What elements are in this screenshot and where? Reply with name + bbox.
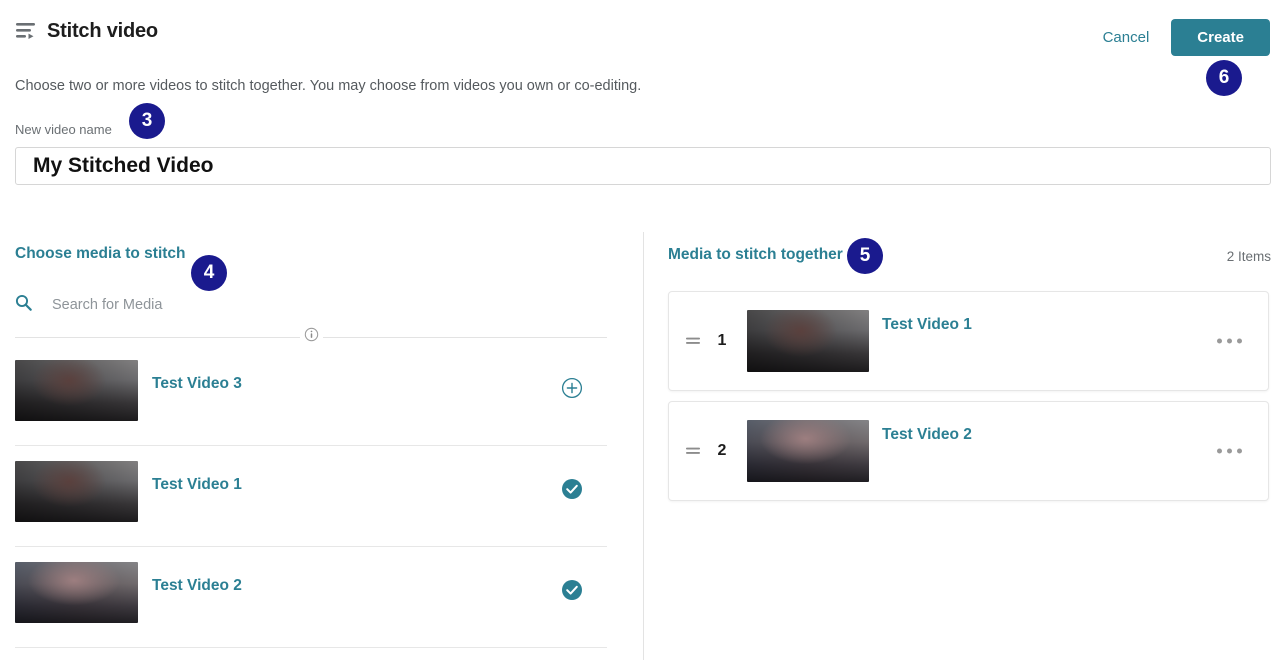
items-count: 2 Items bbox=[1226, 249, 1271, 264]
list-item[interactable]: Test Video 2 bbox=[15, 547, 607, 648]
step-badge-3: 3 bbox=[129, 103, 165, 139]
table-row[interactable]: 1 Test Video 1 bbox=[668, 291, 1269, 391]
drag-handle-icon[interactable] bbox=[685, 444, 701, 458]
drag-handle-icon[interactable] bbox=[685, 334, 701, 348]
order-number: 2 bbox=[717, 442, 727, 459]
intro-description: Choose two or more videos to stitch toge… bbox=[15, 78, 642, 94]
media-title[interactable]: Test Video 2 bbox=[152, 577, 242, 595]
choose-media-panel: Choose media to stitch Search for Media … bbox=[0, 232, 643, 660]
media-title[interactable]: Test Video 1 bbox=[882, 316, 972, 334]
stitch-video-dialog: Stitch video Cancel Create Choose two or… bbox=[0, 0, 1286, 660]
video-thumbnail bbox=[15, 461, 138, 522]
step-badge-6: 6 bbox=[1206, 60, 1242, 96]
order-number: 1 bbox=[717, 332, 727, 349]
info-icon[interactable] bbox=[300, 327, 323, 347]
media-title[interactable]: Test Video 3 bbox=[152, 375, 242, 393]
more-options-icon[interactable] bbox=[1215, 333, 1244, 350]
video-thumbnail bbox=[747, 420, 869, 482]
divider-line-left bbox=[15, 336, 300, 338]
video-thumbnail bbox=[15, 360, 138, 421]
new-video-name-input[interactable] bbox=[15, 147, 1271, 185]
dialog-header: Stitch video Cancel Create bbox=[0, 0, 1286, 62]
video-thumbnail bbox=[747, 310, 869, 372]
page-title: Stitch video bbox=[47, 19, 158, 42]
media-to-stitch-heading: Media to stitch together bbox=[668, 246, 843, 263]
check-circle-icon[interactable] bbox=[561, 579, 583, 601]
search-input[interactable] bbox=[50, 296, 570, 314]
more-options-icon[interactable] bbox=[1215, 443, 1244, 460]
video-thumbnail bbox=[15, 562, 138, 623]
add-circle-icon[interactable] bbox=[561, 377, 583, 399]
media-search-row bbox=[15, 294, 607, 316]
choose-media-heading: Choose media to stitch bbox=[15, 245, 186, 262]
header-actions: Cancel Create bbox=[1099, 19, 1270, 56]
cancel-button[interactable]: Cancel bbox=[1099, 23, 1154, 52]
stitch-video-icon bbox=[15, 20, 47, 42]
search-divider-row bbox=[15, 327, 607, 347]
stitch-card-list: 1 Test Video 1 2 Test Video 2 bbox=[668, 291, 1269, 511]
search-icon bbox=[15, 294, 32, 316]
divider-line-right bbox=[322, 336, 607, 338]
table-row[interactable]: 2 Test Video 2 bbox=[668, 401, 1269, 501]
check-circle-icon[interactable] bbox=[561, 478, 583, 500]
media-title[interactable]: Test Video 1 bbox=[152, 476, 242, 494]
create-button[interactable]: Create bbox=[1171, 19, 1270, 56]
stitch-order-panel: Media to stitch together 2 Items 1 Test … bbox=[644, 232, 1286, 660]
step-badge-5: 5 bbox=[847, 238, 883, 274]
new-video-name-label: New video name bbox=[15, 122, 112, 137]
step-badge-4: 4 bbox=[191, 255, 227, 291]
media-title[interactable]: Test Video 2 bbox=[882, 426, 972, 444]
media-list: Test Video 3 Test Video 1 Test Video 2 bbox=[15, 345, 607, 648]
list-item[interactable]: Test Video 3 bbox=[15, 345, 607, 446]
list-item[interactable]: Test Video 1 bbox=[15, 446, 607, 547]
header-left-group: Stitch video bbox=[0, 20, 158, 43]
